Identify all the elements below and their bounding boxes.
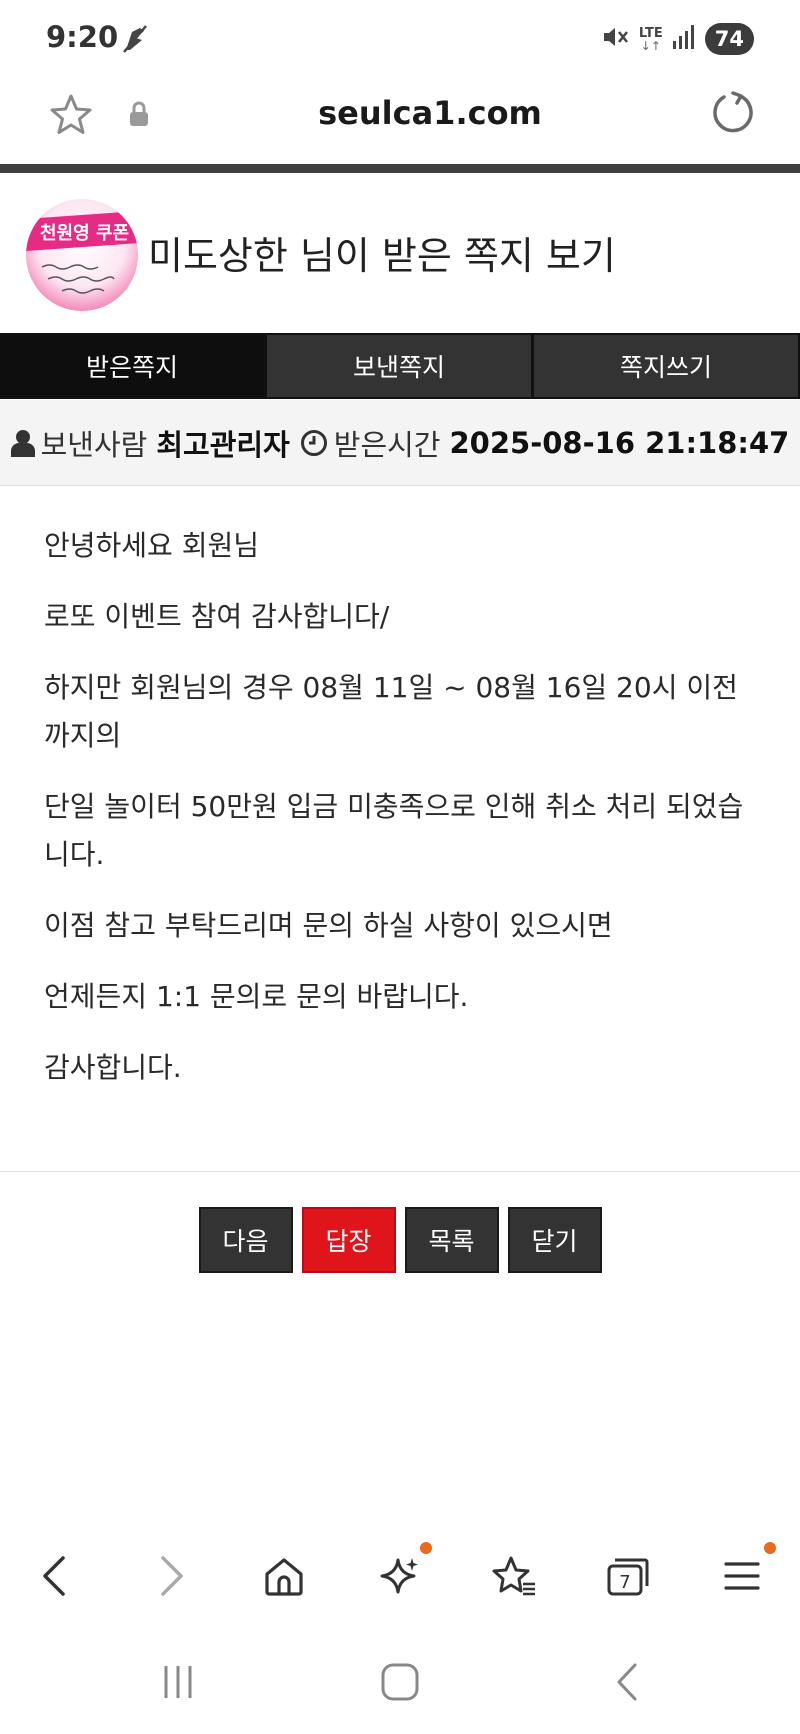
tab-sent[interactable]: 보낸쪽지 <box>267 333 534 399</box>
message-paragraph: 단일 놀이터 50만원 입금 미충족으로 인해 취소 처리 되었습니다. <box>44 790 744 871</box>
page-header: 천원영 쿠폰 미도상한 님이 받은 쪽지 보기 <box>0 173 800 333</box>
action-buttons: 다음 답장 목록 닫기 <box>0 1207 800 1273</box>
forward-icon[interactable] <box>144 1550 200 1602</box>
system-nav-bar <box>0 1636 800 1734</box>
url-text[interactable]: seulca1.com <box>180 94 680 132</box>
received-time: 2025-08-16 21:18:47 <box>449 425 790 460</box>
bookmarks-icon[interactable] <box>486 1550 542 1602</box>
sender-label: 보낸사람 <box>40 427 148 462</box>
message-paragraph: 언제든지 1:1 문의로 문의 바랍니다. <box>44 980 469 1013</box>
mute-icon <box>601 24 629 54</box>
tab-inbox[interactable]: 받은쪽지 <box>0 333 267 399</box>
lock-icon[interactable] <box>128 100 150 132</box>
message-meta: 보낸사람 최고관리자 받은시간 2025-08-16 21:18:47 <box>0 400 800 486</box>
received-label: 받은시간 <box>333 427 441 462</box>
menu-icon[interactable] <box>714 1542 776 1602</box>
user-icon <box>10 429 35 457</box>
status-icons: LTE ↓↑ 74 <box>601 22 754 56</box>
message-paragraph: 안녕하세요 회원님 <box>44 529 259 562</box>
status-time: 9:20 <box>46 20 119 54</box>
browser-bottom-nav: 7 <box>0 1534 800 1616</box>
bookmark-star-icon[interactable] <box>48 92 94 142</box>
lte-icon: LTE ↓↑ <box>638 25 663 53</box>
notification-icon <box>120 22 150 54</box>
message-paragraph: 감사합니다. <box>44 1051 182 1084</box>
clock-icon <box>300 429 327 456</box>
battery-indicator: 74 <box>704 23 754 55</box>
message-paragraph: 이점 참고 부탁드리며 문의 하실 사항이 있으시면 <box>44 909 613 942</box>
recent-apps-icon[interactable] <box>148 1656 208 1708</box>
message-paragraph: 로또 이벤트 참여 감사합니다/ <box>44 600 390 633</box>
signal-icon <box>672 25 695 53</box>
reload-icon[interactable] <box>710 90 754 138</box>
back-icon[interactable] <box>26 1550 82 1602</box>
list-button[interactable]: 목록 <box>404 1207 499 1273</box>
header-divider <box>0 164 800 173</box>
close-button[interactable]: 닫기 <box>507 1207 602 1273</box>
avatar-text: 천원영 쿠폰 <box>40 223 130 244</box>
tab-compose[interactable]: 쪽지쓰기 <box>534 333 800 399</box>
home-icon[interactable] <box>256 1550 312 1602</box>
avatar-scribble <box>41 264 115 294</box>
tabs-count: 7 <box>619 1572 630 1593</box>
browser-url-bar: seulca1.com <box>0 76 800 164</box>
home-button-icon[interactable] <box>370 1656 430 1708</box>
message-paragraph: 하지만 회원님의 경우 08월 11일 ~ 08월 16일 20시 이전까지의 <box>44 671 738 752</box>
sparkle-icon[interactable] <box>372 1542 432 1602</box>
system-back-icon[interactable] <box>596 1656 656 1708</box>
message-tabs: 받은쪽지 보낸쪽지 쪽지쓰기 <box>0 333 800 399</box>
status-bar: 9:20 LTE ↓↑ 74 <box>0 0 800 76</box>
notification-dot <box>764 1542 776 1554</box>
sender-name: 최고관리자 <box>156 427 290 462</box>
content-divider <box>0 1171 800 1172</box>
avatar: 천원영 쿠폰 <box>26 199 138 311</box>
page-title: 미도상한 님이 받은 쪽지 보기 <box>148 234 616 278</box>
reply-button[interactable]: 답장 <box>301 1207 396 1273</box>
message-body: 안녕하세요 회원님 로또 이벤트 참여 감사합니다/ 하지만 회원님의 경우 0… <box>44 522 760 1115</box>
next-button[interactable]: 다음 <box>198 1207 293 1273</box>
notification-dot <box>420 1542 432 1554</box>
tabs-icon[interactable]: 7 <box>600 1550 656 1602</box>
